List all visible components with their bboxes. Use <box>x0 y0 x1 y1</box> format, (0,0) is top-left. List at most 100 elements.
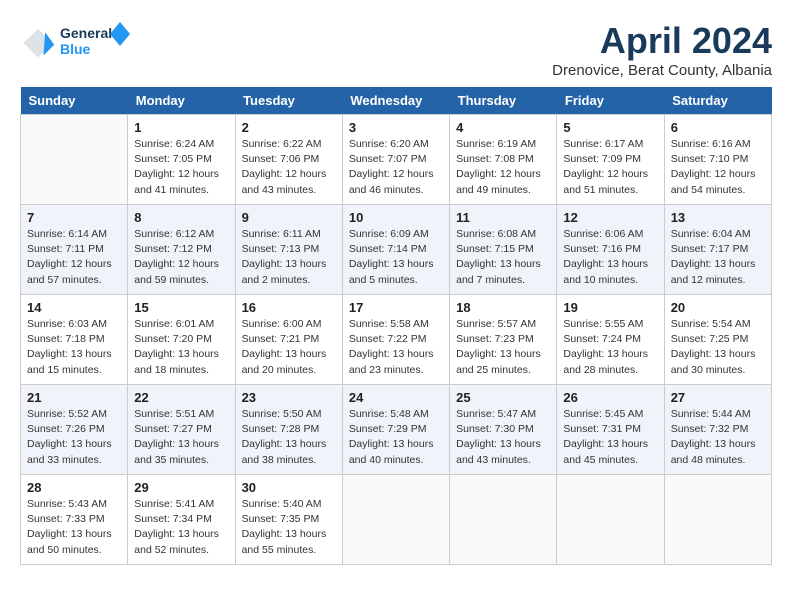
day-info: Sunrise: 6:19 AMSunset: 7:08 PMDaylight:… <box>456 137 550 198</box>
day-number: 3 <box>349 120 443 135</box>
day-number: 2 <box>242 120 336 135</box>
weekday-header-row: SundayMondayTuesdayWednesdayThursdayFrid… <box>21 87 772 115</box>
day-number: 27 <box>671 390 765 405</box>
day-info: Sunrise: 6:14 AMSunset: 7:11 PMDaylight:… <box>27 227 121 288</box>
calendar-day-cell: 16 Sunrise: 6:00 AMSunset: 7:21 PMDayligh… <box>235 295 342 385</box>
calendar-week-row: 1Sunrise: 6:24 AMSunset: 7:05 PMDaylight… <box>21 115 772 205</box>
day-info: Sunrise: 5:57 AMSunset: 7:23 PMDaylight:… <box>456 317 550 378</box>
calendar-day-cell <box>342 475 449 565</box>
calendar-day-cell: 13Sunrise: 6:04 AMSunset: 7:17 PMDayligh… <box>664 205 771 295</box>
day-number: 14 <box>27 300 121 315</box>
calendar-day-cell: 18Sunrise: 5:57 AMSunset: 7:23 PMDayligh… <box>450 295 557 385</box>
weekday-header-monday: Monday <box>128 87 235 115</box>
day-info: Sunrise: 6:01 AMSunset: 7:20 PMDaylight:… <box>134 317 228 378</box>
calendar-day-cell: 1Sunrise: 6:24 AMSunset: 7:05 PMDaylight… <box>128 115 235 205</box>
calendar-day-cell: 12 Sunrise: 6:06 AMSunset: 7:16 PMDayligh… <box>557 205 664 295</box>
calendar-week-row: 7Sunrise: 6:14 AMSunset: 7:11 PMDaylight… <box>21 205 772 295</box>
day-info: Sunrise: 6:03 AMSunset: 7:18 PMDaylight:… <box>27 317 121 378</box>
calendar-day-cell: 21Sunrise: 5:52 AMSunset: 7:26 PMDayligh… <box>21 385 128 475</box>
day-info: Sunrise: 5:58 AMSunset: 7:22 PMDaylight:… <box>349 317 443 378</box>
day-number: 29 <box>134 480 228 495</box>
day-number: 16 <box>242 300 336 315</box>
day-number: 24 <box>349 390 443 405</box>
weekday-header-sunday: Sunday <box>21 87 128 115</box>
day-info: Sunrise: 5:54 AMSunset: 7:25 PMDaylight:… <box>671 317 765 378</box>
calendar-day-cell: 26Sunrise: 5:45 AMSunset: 7:31 PMDayligh… <box>557 385 664 475</box>
calendar-table: SundayMondayTuesdayWednesdayThursdayFrid… <box>20 87 772 565</box>
day-number: 28 <box>27 480 121 495</box>
calendar-day-cell: 11Sunrise: 6:08 AMSunset: 7:15 PMDayligh… <box>450 205 557 295</box>
day-number: 21 <box>27 390 121 405</box>
day-info: Sunrise: 6:09 AMSunset: 7:14 PMDaylight:… <box>349 227 443 288</box>
day-info: Sunrise: 5:41 AMSunset: 7:34 PMDaylight:… <box>134 497 228 558</box>
calendar-day-cell: 3 Sunrise: 6:20 AMSunset: 7:07 PMDaylight… <box>342 115 449 205</box>
weekday-header-wednesday: Wednesday <box>342 87 449 115</box>
calendar-day-cell: 17 Sunrise: 5:58 AMSunset: 7:22 PMDayligh… <box>342 295 449 385</box>
day-number: 9 <box>242 210 336 225</box>
calendar-day-cell <box>450 475 557 565</box>
day-number: 8 <box>134 210 228 225</box>
day-info: Sunrise: 6:16 AMSunset: 7:10 PMDaylight:… <box>671 137 765 198</box>
weekday-header-friday: Friday <box>557 87 664 115</box>
day-info: Sunrise: 6:00 AMSunset: 7:21 PMDaylight:… <box>242 317 336 378</box>
day-number: 1 <box>134 120 228 135</box>
day-number: 25 <box>456 390 550 405</box>
calendar-day-cell: 6 Sunrise: 6:16 AMSunset: 7:10 PMDaylight… <box>664 115 771 205</box>
day-info: Sunrise: 5:50 AMSunset: 7:28 PMDaylight:… <box>242 407 336 468</box>
calendar-day-cell: 24 Sunrise: 5:48 AMSunset: 7:29 PMDayligh… <box>342 385 449 475</box>
calendar-week-row: 14 Sunrise: 6:03 AMSunset: 7:18 PMDayligh… <box>21 295 772 385</box>
calendar-day-cell: 7Sunrise: 6:14 AMSunset: 7:11 PMDaylight… <box>21 205 128 295</box>
calendar-day-cell: 14 Sunrise: 6:03 AMSunset: 7:18 PMDayligh… <box>21 295 128 385</box>
day-number: 22 <box>134 390 228 405</box>
day-info: Sunrise: 5:40 AMSunset: 7:35 PMDaylight:… <box>242 497 336 558</box>
calendar-day-cell <box>21 115 128 205</box>
svg-text:General: General <box>60 25 112 41</box>
weekday-header-tuesday: Tuesday <box>235 87 342 115</box>
day-number: 5 <box>563 120 657 135</box>
day-number: 30 <box>242 480 336 495</box>
day-number: 12 <box>563 210 657 225</box>
calendar-day-cell: 29 Sunrise: 5:41 AMSunset: 7:34 PMDayligh… <box>128 475 235 565</box>
calendar-day-cell: 4 Sunrise: 6:19 AMSunset: 7:08 PMDaylight… <box>450 115 557 205</box>
calendar-day-cell: 25Sunrise: 5:47 AMSunset: 7:30 PMDayligh… <box>450 385 557 475</box>
weekday-header-thursday: Thursday <box>450 87 557 115</box>
day-number: 6 <box>671 120 765 135</box>
day-info: Sunrise: 5:48 AMSunset: 7:29 PMDaylight:… <box>349 407 443 468</box>
day-number: 15 <box>134 300 228 315</box>
weekday-header-saturday: Saturday <box>664 87 771 115</box>
day-number: 19 <box>563 300 657 315</box>
logo-svg-block: General Blue <box>60 20 130 65</box>
title-block: April 2024 Drenovice, Berat County, Alba… <box>552 20 772 79</box>
calendar-day-cell: 20 Sunrise: 5:54 AMSunset: 7:25 PMDayligh… <box>664 295 771 385</box>
day-number: 20 <box>671 300 765 315</box>
day-number: 10 <box>349 210 443 225</box>
day-number: 4 <box>456 120 550 135</box>
calendar-day-cell: 10 Sunrise: 6:09 AMSunset: 7:14 PMDayligh… <box>342 205 449 295</box>
day-info: Sunrise: 6:20 AMSunset: 7:07 PMDaylight:… <box>349 137 443 198</box>
calendar-day-cell: 9 Sunrise: 6:11 AMSunset: 7:13 PMDaylight… <box>235 205 342 295</box>
calendar-day-cell: 22Sunrise: 5:51 AMSunset: 7:27 PMDayligh… <box>128 385 235 475</box>
day-number: 11 <box>456 210 550 225</box>
day-info: Sunrise: 6:04 AMSunset: 7:17 PMDaylight:… <box>671 227 765 288</box>
day-info: Sunrise: 5:43 AMSunset: 7:33 PMDaylight:… <box>27 497 121 558</box>
calendar-day-cell: 28 Sunrise: 5:43 AMSunset: 7:33 PMDayligh… <box>21 475 128 565</box>
calendar-week-row: 28 Sunrise: 5:43 AMSunset: 7:33 PMDayligh… <box>21 475 772 565</box>
calendar-day-cell: 2Sunrise: 6:22 AMSunset: 7:06 PMDaylight… <box>235 115 342 205</box>
logo-icon <box>20 25 56 61</box>
calendar-week-row: 21Sunrise: 5:52 AMSunset: 7:26 PMDayligh… <box>21 385 772 475</box>
day-info: Sunrise: 6:17 AMSunset: 7:09 PMDaylight:… <box>563 137 657 198</box>
day-info: Sunrise: 5:45 AMSunset: 7:31 PMDaylight:… <box>563 407 657 468</box>
day-number: 17 <box>349 300 443 315</box>
location: Drenovice, Berat County, Albania <box>552 62 772 79</box>
logo: General Blue <box>20 20 130 65</box>
calendar-day-cell <box>664 475 771 565</box>
page-header: General Blue April 2024 Drenovice, Berat… <box>20 20 772 79</box>
day-info: Sunrise: 5:44 AMSunset: 7:32 PMDaylight:… <box>671 407 765 468</box>
day-info: Sunrise: 6:11 AMSunset: 7:13 PMDaylight:… <box>242 227 336 288</box>
day-info: Sunrise: 6:12 AMSunset: 7:12 PMDaylight:… <box>134 227 228 288</box>
day-info: Sunrise: 5:55 AMSunset: 7:24 PMDaylight:… <box>563 317 657 378</box>
calendar-day-cell: 27 Sunrise: 5:44 AMSunset: 7:32 PMDayligh… <box>664 385 771 475</box>
calendar-day-cell: 30 Sunrise: 5:40 AMSunset: 7:35 PMDayligh… <box>235 475 342 565</box>
calendar-day-cell: 5 Sunrise: 6:17 AMSunset: 7:09 PMDaylight… <box>557 115 664 205</box>
day-info: Sunrise: 6:06 AMSunset: 7:16 PMDaylight:… <box>563 227 657 288</box>
